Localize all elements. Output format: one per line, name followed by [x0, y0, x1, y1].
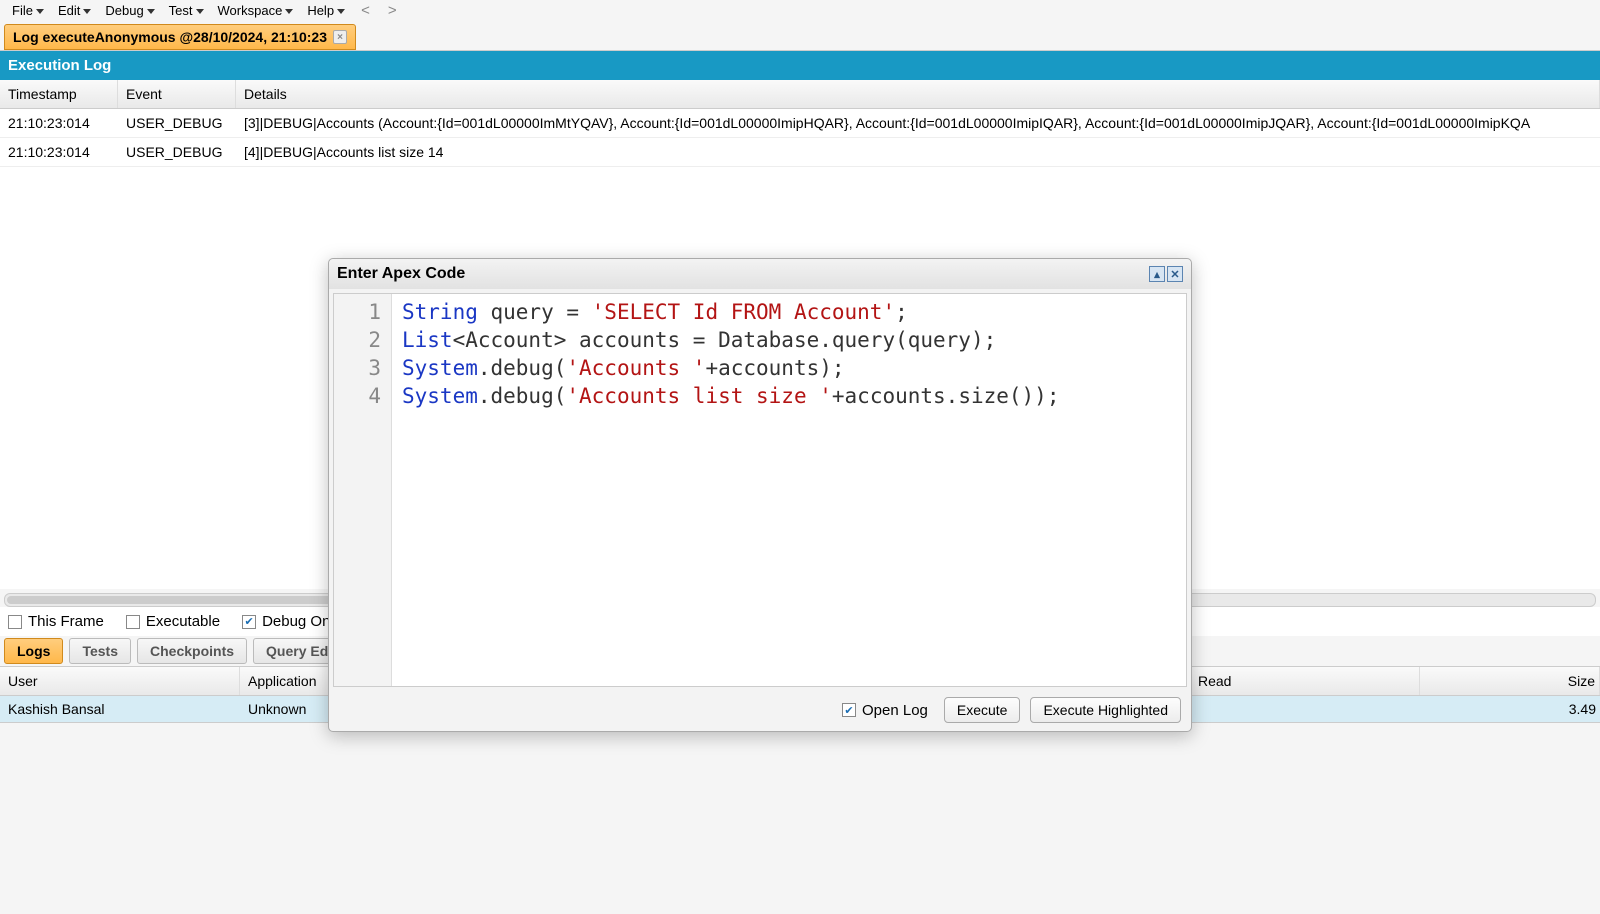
col-read[interactable]: Read	[1190, 667, 1420, 695]
checkbox-icon	[842, 703, 856, 717]
tab-tests[interactable]: Tests	[69, 638, 131, 664]
apex-dialog: Enter Apex Code ▴ ✕ 1234 String query = …	[328, 258, 1192, 732]
cell-details: [3]|DEBUG|Accounts (Account:{Id=001dL000…	[236, 112, 1600, 134]
menu-workspace[interactable]: Workspace	[212, 1, 300, 20]
code-editor[interactable]: 1234 String query = 'SELECT Id FROM Acco…	[333, 293, 1187, 687]
caret-down-icon	[196, 9, 204, 14]
menu-file[interactable]: File	[6, 1, 50, 20]
tab-bar: Log executeAnonymous @28/10/2024, 21:10:…	[0, 20, 1600, 51]
col-user[interactable]: User	[0, 667, 240, 695]
checkbox-icon	[242, 615, 256, 629]
cell-read	[1190, 696, 1420, 722]
menu-debug[interactable]: Debug	[99, 1, 160, 20]
col-details[interactable]: Details	[236, 80, 1600, 108]
nav-back[interactable]: <	[353, 0, 378, 21]
filter-debug-only[interactable]: Debug Only	[242, 613, 341, 630]
menu-edit[interactable]: Edit	[52, 1, 97, 20]
filter-this-frame[interactable]: This Frame	[8, 613, 104, 630]
cell-user: Kashish Bansal	[0, 696, 240, 722]
col-timestamp[interactable]: Timestamp	[0, 80, 118, 108]
log-table-header: Timestamp Event Details	[0, 80, 1600, 109]
cell-details: [4]|DEBUG|Accounts list size 14	[236, 141, 1600, 163]
caret-down-icon	[36, 9, 44, 14]
checkbox-icon	[8, 615, 22, 629]
caret-down-icon	[285, 9, 293, 14]
menu-test[interactable]: Test	[163, 1, 210, 20]
cell-event: USER_DEBUG	[118, 141, 236, 163]
tab-logs[interactable]: Logs	[4, 638, 63, 664]
col-event[interactable]: Event	[118, 80, 236, 108]
col-size[interactable]: Size	[1420, 667, 1600, 695]
tab-log[interactable]: Log executeAnonymous @28/10/2024, 21:10:…	[4, 24, 356, 50]
cell-event: USER_DEBUG	[118, 112, 236, 134]
log-row[interactable]: 21:10:23:014 USER_DEBUG [3]|DEBUG|Accoun…	[0, 109, 1600, 138]
checkbox-icon	[126, 615, 140, 629]
menu-help[interactable]: Help	[301, 1, 351, 20]
filter-executable[interactable]: Executable	[126, 613, 220, 630]
execute-highlighted-button[interactable]: Execute Highlighted	[1030, 697, 1181, 723]
panel-title: Execution Log	[0, 51, 1600, 80]
caret-down-icon	[83, 9, 91, 14]
dialog-title: Enter Apex Code	[337, 265, 465, 283]
menu-bar: File Edit Debug Test Workspace Help < >	[0, 0, 1600, 20]
caret-down-icon	[337, 9, 345, 14]
tab-checkpoints[interactable]: Checkpoints	[137, 638, 247, 664]
cell-timestamp: 21:10:23:014	[0, 141, 118, 163]
tab-label: Log executeAnonymous @28/10/2024, 21:10:…	[13, 29, 327, 45]
cell-size: 3.49	[1420, 696, 1600, 722]
cell-timestamp: 21:10:23:014	[0, 112, 118, 134]
caret-down-icon	[147, 9, 155, 14]
close-icon[interactable]: ✕	[1167, 266, 1183, 282]
open-log-checkbox[interactable]: Open Log	[842, 702, 928, 719]
collapse-icon[interactable]: ▴	[1149, 266, 1165, 282]
log-row[interactable]: 21:10:23:014 USER_DEBUG [4]|DEBUG|Accoun…	[0, 138, 1600, 167]
code-area[interactable]: String query = 'SELECT Id FROM Account';…	[392, 294, 1186, 686]
execute-button[interactable]: Execute	[944, 697, 1021, 723]
dialog-footer: Open Log Execute Execute Highlighted	[329, 691, 1191, 731]
line-gutter: 1234	[334, 294, 392, 686]
nav-forward[interactable]: >	[380, 0, 405, 21]
close-icon[interactable]: ×	[333, 30, 347, 44]
dialog-header[interactable]: Enter Apex Code ▴ ✕	[329, 259, 1191, 289]
